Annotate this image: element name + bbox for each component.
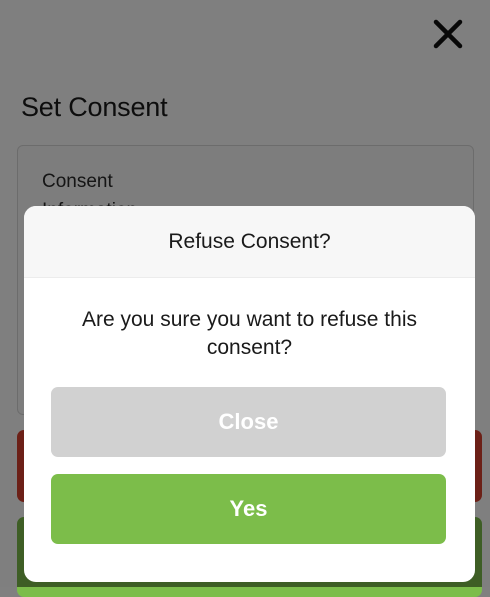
dialog-title: Refuse Consent?: [168, 229, 331, 253]
dialog-message: Are you sure you want to refuse this con…: [81, 308, 417, 359]
refuse-consent-dialog: Refuse Consent? Are you sure you want to…: [24, 206, 475, 582]
close-button[interactable]: Close: [51, 387, 446, 457]
dialog-header: Refuse Consent?: [24, 206, 475, 278]
yes-button[interactable]: Yes: [51, 474, 446, 544]
